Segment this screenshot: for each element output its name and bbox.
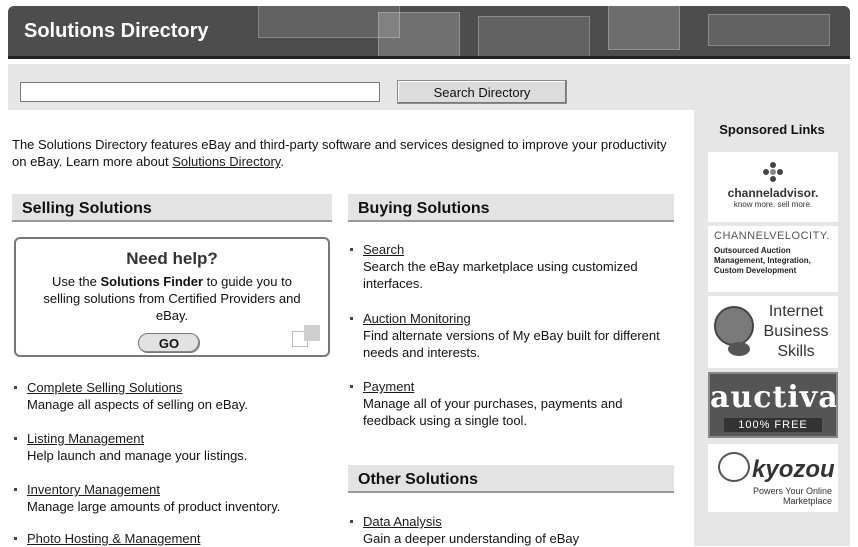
- mouse-icon: [728, 342, 750, 356]
- ad-tagline: 100% FREE: [724, 418, 822, 432]
- bullet-icon: [350, 385, 353, 388]
- complete-selling-solutions-link[interactable]: Complete Selling Solutions: [27, 379, 334, 396]
- other-solutions-heading: Other Solutions: [348, 465, 674, 493]
- item-description: Search the eBay marketplace using custom…: [363, 259, 638, 291]
- item-description: Manage all of your purchases, payments a…: [363, 396, 623, 428]
- ad-brand: CHANNELVELOCITY.: [714, 230, 830, 242]
- squares-decoration-icon: [292, 325, 322, 349]
- list-item: Payment Manage all of your purchases, pa…: [350, 378, 670, 429]
- item-description: Manage all aspects of selling on eBay.: [27, 397, 248, 412]
- auction-monitoring-link[interactable]: Auction Monitoring: [363, 310, 670, 327]
- bullet-icon: [14, 437, 17, 440]
- photo-hosting-management-link[interactable]: Photo Hosting & Management: [27, 530, 334, 547]
- ad-brand: channeladvisor.: [727, 186, 819, 200]
- channeladvisor-ad[interactable]: channeladvisor. know more. sell more.: [708, 152, 838, 222]
- mascot-icon: [718, 452, 750, 482]
- bullet-icon: [14, 386, 17, 389]
- intro-text: The Solutions Directory features eBay an…: [12, 136, 672, 170]
- kyozou-ad[interactable]: kyozou Powers Your Online Marketplace: [708, 444, 838, 512]
- inventory-management-link[interactable]: Inventory Management: [27, 481, 334, 498]
- payment-link[interactable]: Payment: [363, 378, 670, 395]
- search-link[interactable]: Search: [363, 241, 670, 258]
- bullet-icon: [350, 317, 353, 320]
- item-description: Find alternate versions of My eBay built…: [363, 328, 660, 360]
- list-item: Inventory Management Manage large amount…: [14, 481, 334, 515]
- ad-tagline: know more. sell more.: [733, 200, 813, 209]
- list-item: Auction Monitoring Find alternate versio…: [350, 310, 670, 361]
- data-analysis-link[interactable]: Data Analysis: [363, 513, 670, 530]
- ad-brand: kyozou: [752, 456, 835, 483]
- channelvelocity-ad[interactable]: CHANNELVELOCITY. Outsourced Auction Mana…: [708, 226, 838, 292]
- search-directory-button[interactable]: Search Directory: [397, 80, 567, 104]
- header-rule: [8, 56, 850, 59]
- help-title: Need help?: [126, 249, 218, 268]
- go-button[interactable]: GO: [138, 333, 200, 353]
- search-input[interactable]: [20, 82, 380, 102]
- buying-solutions-heading: Buying Solutions: [348, 194, 674, 222]
- intro-suffix: .: [280, 154, 284, 169]
- sponsored-links-title: Sponsored Links: [719, 122, 825, 137]
- bullet-icon: [350, 248, 353, 251]
- listing-management-link[interactable]: Listing Management: [27, 430, 334, 447]
- ad-brand: Internet Business Skills: [763, 303, 829, 360]
- page-title: Solutions Directory: [24, 20, 209, 42]
- help-text: Use the Solutions Finder to guide you to…: [36, 273, 308, 324]
- help-text-before: Use the: [52, 274, 101, 289]
- solutions-directory-link[interactable]: Solutions Directory: [172, 154, 280, 169]
- globe-icon: [714, 306, 754, 346]
- ad-brand: auctiva: [710, 380, 838, 415]
- header: Solutions Directory: [0, 0, 858, 60]
- bullet-icon: [14, 537, 17, 540]
- intro-body: The Solutions Directory features eBay an…: [12, 137, 667, 169]
- internet-business-skills-ad[interactable]: Internet Business Skills: [708, 296, 838, 368]
- item-description: Manage large amounts of product inventor…: [27, 499, 281, 514]
- auctiva-ad[interactable]: auctiva 100% FREE: [708, 372, 838, 438]
- help-box: Need help? Use the Solutions Finder to g…: [14, 237, 330, 357]
- bullet-icon: [350, 520, 353, 523]
- channeladvisor-logo-icon: [763, 162, 783, 182]
- ad-tagline: Powers Your Online Marketplace: [752, 486, 832, 506]
- solutions-finder-label: Solutions Finder: [100, 274, 204, 289]
- bullet-icon: [14, 488, 17, 491]
- item-description: Help launch and manage your listings.: [27, 448, 248, 463]
- search-bar: Search Directory: [8, 64, 850, 110]
- selling-solutions-heading: Selling Solutions: [12, 194, 332, 222]
- list-item: Complete Selling Solutions Manage all as…: [14, 379, 334, 413]
- list-item: Listing Management Help launch and manag…: [14, 430, 334, 464]
- item-description: Gain a deeper understanding of eBay: [363, 531, 580, 546]
- list-item: Data Analysis Gain a deeper understandin…: [350, 513, 670, 547]
- ad-tagline: Outsourced Auction Management, Integrati…: [714, 246, 811, 275]
- list-item: Search Search the eBay marketplace using…: [350, 241, 670, 292]
- list-item: Photo Hosting & Management: [14, 530, 334, 547]
